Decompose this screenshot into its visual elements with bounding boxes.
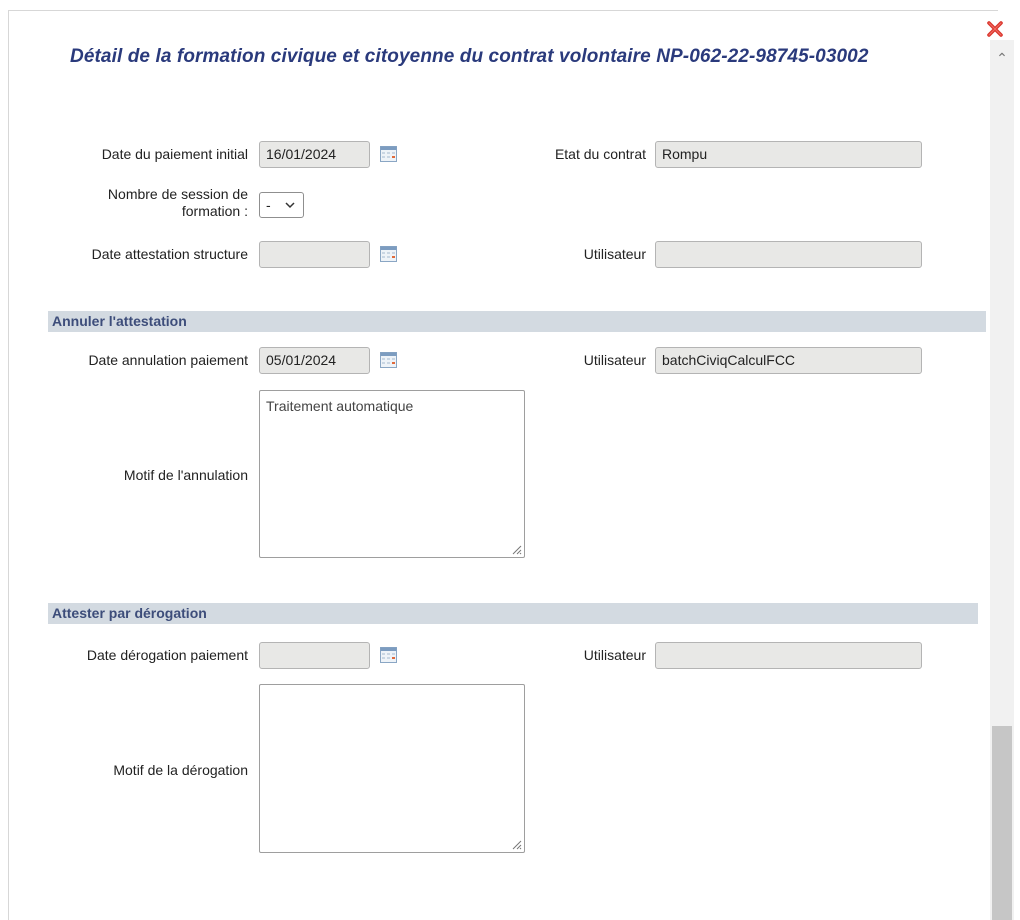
resize-handle-icon[interactable]: [510, 543, 522, 555]
dialog-top-border: [8, 10, 998, 11]
calendar-icon[interactable]: [380, 246, 397, 262]
date-paiement-initial-label: Date du paiement initial: [101, 146, 248, 162]
utilisateur-derogation-field[interactable]: [655, 642, 922, 669]
utilisateur-field[interactable]: [655, 241, 922, 268]
vertical-scrollbar[interactable]: ⌃: [990, 40, 1014, 920]
calendar-icon[interactable]: [380, 352, 397, 368]
date-derogation-field[interactable]: [259, 642, 370, 669]
close-button[interactable]: [986, 20, 1004, 38]
utilisateur-derogation-label: Utilisateur: [583, 647, 646, 663]
motif-annulation-label: Motif de l'annulation: [123, 467, 248, 483]
date-annulation-label: Date annulation paiement: [88, 352, 248, 368]
motif-annulation-text: Traitement automatique: [266, 398, 414, 414]
nombre-session-label-line2: formation :: [181, 203, 248, 219]
utilisateur-annulation-label: Utilisateur: [583, 352, 646, 368]
etat-contrat-field[interactable]: Rompu: [655, 141, 922, 168]
date-paiement-initial-field[interactable]: 16/01/2024: [259, 141, 370, 168]
section-header-annuler: Annuler l'attestation: [48, 311, 986, 332]
resize-handle-icon[interactable]: [510, 838, 522, 850]
close-icon: [987, 21, 1003, 37]
nombre-session-label: Nombre de session de formation :: [40, 186, 248, 220]
page-title: Détail de la formation civique et citoye…: [70, 46, 869, 67]
scroll-up-icon[interactable]: ⌃: [990, 50, 1014, 66]
date-derogation-label: Date dérogation paiement: [86, 647, 248, 663]
motif-derogation-label: Motif de la dérogation: [113, 762, 248, 778]
nombre-session-select[interactable]: -: [259, 192, 304, 218]
motif-annulation-textarea[interactable]: Traitement automatique: [259, 390, 525, 558]
date-attestation-structure-field[interactable]: [259, 241, 370, 268]
scrollbar-thumb[interactable]: [992, 726, 1012, 920]
date-attestation-structure-label: Date attestation structure: [91, 246, 248, 262]
motif-derogation-textarea[interactable]: [259, 684, 525, 853]
calendar-icon[interactable]: [380, 146, 397, 162]
dialog-left-border: [8, 10, 9, 920]
date-annulation-field[interactable]: 05/01/2024: [259, 347, 370, 374]
nombre-session-label-line1: Nombre de session de: [107, 186, 248, 202]
etat-contrat-label: Etat du contrat: [554, 146, 646, 162]
utilisateur-label: Utilisateur: [583, 246, 646, 262]
chevron-down-icon: [285, 202, 295, 209]
calendar-icon[interactable]: [380, 647, 397, 663]
section-header-derogation: Attester par dérogation: [48, 603, 978, 624]
nombre-session-selected: -: [266, 197, 271, 213]
utilisateur-annulation-field[interactable]: batchCiviqCalculFCC: [655, 347, 922, 374]
